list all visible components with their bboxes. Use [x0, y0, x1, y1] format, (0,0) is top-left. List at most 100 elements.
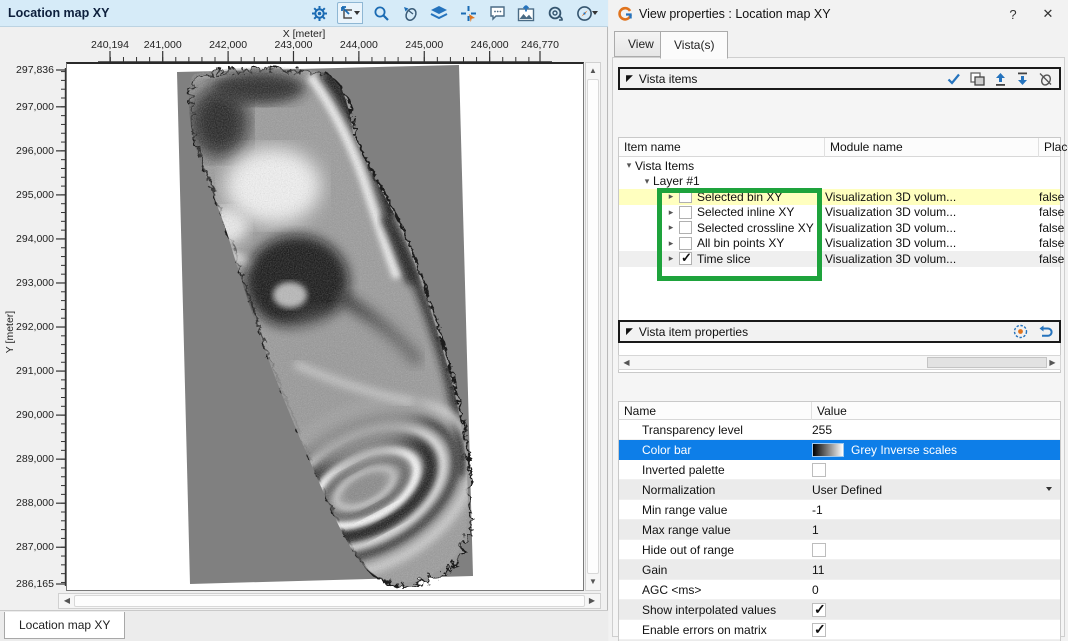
property-value[interactable]: 1	[812, 523, 819, 537]
property-name: Hide out of range	[619, 543, 812, 557]
property-value[interactable]: 0	[812, 583, 819, 597]
mouse-tools-button[interactable]	[399, 2, 421, 24]
property-value[interactable]: User Defined	[812, 483, 882, 497]
vertical-scroll-thumb[interactable]	[587, 79, 599, 574]
property-row-hide-out-of-range[interactable]: Hide out of range	[619, 540, 1060, 560]
tab-location-map-xy[interactable]: Location map XY	[4, 612, 125, 639]
y-tick-label: 297,836	[2, 64, 54, 76]
scroll-up-icon[interactable]: ▲	[586, 64, 600, 78]
expander-right-icon[interactable]: ▸	[665, 191, 677, 202]
column-item-name[interactable]: Item name	[619, 138, 825, 157]
property-name: Normalization	[619, 483, 812, 497]
property-row-inverted-palette[interactable]: Inverted palette	[619, 460, 1060, 480]
scroll-right-icon[interactable]: ▶	[1046, 356, 1059, 369]
layers-button[interactable]	[428, 2, 450, 24]
vista-items-column-headers: Item name Module name PlaceHolder	[619, 138, 1060, 157]
collapse-triangle-icon: ◤	[626, 326, 633, 337]
export-image-button[interactable]	[515, 2, 537, 24]
tree-row-selected-bin-xy[interactable]: ▸ Selected bin XY Visualization 3D volum…	[619, 189, 1060, 205]
scroll-left-icon[interactable]: ◀	[60, 594, 74, 608]
property-row-max-range-value[interactable]: Max range value 1	[619, 520, 1060, 540]
map-canvas[interactable]	[66, 62, 584, 591]
view-properties-window: View properties : Location map XY ? ✕ Vi…	[609, 0, 1068, 641]
visibility-checkbox[interactable]	[679, 237, 692, 250]
tree-row-selected-crossline-xy[interactable]: ▸ Selected crossline XY Visualization 3D…	[619, 220, 1060, 236]
dropdown-arrow-icon[interactable]	[1046, 487, 1052, 491]
expander-down-icon[interactable]: ▾	[623, 160, 635, 171]
expander-right-icon[interactable]: ▸	[665, 253, 677, 264]
expander-right-icon[interactable]: ▸	[665, 222, 677, 233]
expander-right-icon[interactable]: ▸	[665, 207, 677, 218]
horizontal-scroll-thumb[interactable]	[74, 595, 585, 607]
tree-row-all-bin-points-xy[interactable]: ▸ All bin points XY Visualization 3D vol…	[619, 236, 1060, 252]
expander-down-icon[interactable]: ▾	[641, 176, 653, 187]
group-title: Vista item properties	[639, 325, 748, 339]
property-name: Show interpolated values	[619, 603, 812, 617]
column-module-name[interactable]: Module name	[825, 138, 1039, 157]
show-interpolated-values-checkbox[interactable]	[812, 603, 826, 617]
pick-button[interactable]	[457, 2, 479, 24]
property-value[interactable]: -1	[812, 503, 823, 517]
property-row-min-range-value[interactable]: Min range value -1	[619, 500, 1060, 520]
visibility-checkbox[interactable]	[679, 206, 692, 219]
map-horizontal-scrollbar[interactable]: ◀ ▶	[58, 593, 601, 609]
undo-icon[interactable]	[1037, 325, 1053, 339]
visibility-checkbox[interactable]	[679, 252, 692, 265]
zoom-button[interactable]	[370, 2, 392, 24]
property-row-transparency-level[interactable]: Transparency level 255	[619, 420, 1060, 440]
scroll-down-icon[interactable]: ▼	[586, 575, 600, 589]
y-tick-label: 294,000	[2, 233, 54, 245]
move-up-icon[interactable]	[994, 72, 1007, 86]
property-row-color-bar[interactable]: Color bar Grey Inverse scales	[619, 440, 1060, 460]
vista-items-group-header[interactable]: ◤ Vista items	[618, 67, 1061, 90]
property-row-normalization[interactable]: Normalization User Defined	[619, 480, 1060, 500]
scroll-left-icon[interactable]: ◀	[620, 356, 633, 369]
settings-button[interactable]	[308, 2, 330, 24]
tree-row-time-slice[interactable]: ▸ Time slice Visualization 3D volum... f…	[619, 251, 1060, 267]
vista-item-properties-group-header[interactable]: ◤ Vista item properties	[618, 320, 1061, 343]
y-tick-label: 296,000	[2, 145, 54, 157]
move-down-icon[interactable]	[1016, 72, 1029, 86]
property-value[interactable]: Grey Inverse scales	[851, 443, 957, 457]
column-value[interactable]: Value	[812, 402, 1060, 420]
tree-row-vista-items[interactable]: ▾ Vista Items	[619, 158, 1060, 174]
help-button[interactable]: ?	[998, 7, 1028, 22]
map-vertical-scrollbar[interactable]: ▲ ▼	[585, 62, 601, 591]
tree-row-layer-1[interactable]: ▾ Layer #1	[619, 174, 1060, 190]
selection-mode-dropdown[interactable]	[352, 2, 363, 24]
expander-right-icon[interactable]: ▸	[665, 238, 677, 249]
property-value[interactable]: 11	[812, 563, 824, 577]
horizontal-scroll-thumb[interactable]	[927, 357, 1047, 368]
close-button[interactable]: ✕	[1028, 6, 1068, 22]
copy-items-icon[interactable]	[970, 72, 985, 86]
apply-check-icon[interactable]	[947, 73, 961, 85]
visibility-checkbox[interactable]	[679, 190, 692, 203]
vista-items-horizontal-scrollbar[interactable]: ◀ ▶	[618, 355, 1061, 370]
property-value[interactable]: 255	[812, 423, 832, 437]
hide-out-of-range-checkbox[interactable]	[812, 543, 826, 557]
property-row-agc-ms[interactable]: AGC <ms> 0	[619, 580, 1060, 600]
tree-row-selected-inline-xy[interactable]: ▸ Selected inline XY Visualization 3D vo…	[619, 205, 1060, 221]
tab-vistas[interactable]: Vista(s)	[660, 31, 728, 59]
tab-label: Location map XY	[19, 618, 110, 632]
from-cell: false	[1039, 205, 1064, 219]
inverted-palette-checkbox[interactable]	[812, 463, 826, 477]
mouse-select-icon[interactable]	[1038, 72, 1053, 86]
map-view-title: Location map XY	[0, 6, 109, 20]
target-icon[interactable]	[1013, 324, 1028, 339]
scroll-right-icon[interactable]: ▶	[585, 594, 599, 608]
visibility-checkbox[interactable]	[679, 221, 692, 234]
compass-dropdown[interactable]	[590, 2, 600, 24]
comments-button[interactable]	[486, 2, 508, 24]
property-row-gain[interactable]: Gain 11	[619, 560, 1060, 580]
column-name[interactable]: Name	[619, 402, 812, 420]
map-toolbar	[308, 2, 608, 24]
colorbar-gradient-swatch[interactable]	[812, 443, 844, 457]
window-titlebar[interactable]: View properties : Location map XY ? ✕	[609, 0, 1068, 28]
measure-button[interactable]	[544, 2, 566, 24]
property-row-enable-errors-on-matrix[interactable]: Enable errors on matrix	[619, 620, 1060, 640]
column-placeholder[interactable]: PlaceHolder	[1039, 138, 1068, 157]
property-row-show-interpolated-values[interactable]: Show interpolated values	[619, 600, 1060, 620]
mouse-icon	[402, 5, 419, 22]
enable-errors-on-matrix-checkbox[interactable]	[812, 623, 826, 637]
